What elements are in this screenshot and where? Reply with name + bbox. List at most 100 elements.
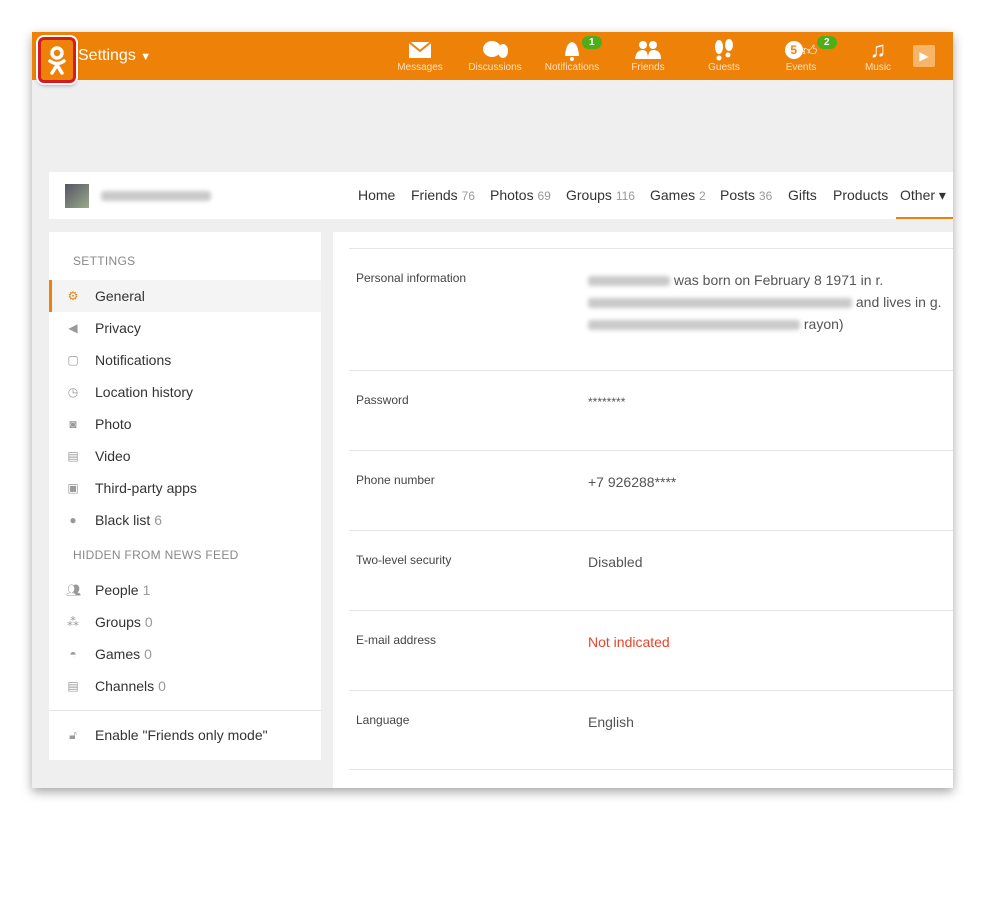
history-icon: ◷ [67,385,79,399]
row-value: Not indicated [588,634,670,650]
events-count: 5 [784,41,803,59]
sidebar-item-general[interactable]: ⚙ General [49,280,321,312]
settings-sidebar: SETTINGS ⚙ General ◀ Privacy ▢ Notification… [49,232,321,760]
row-password[interactable]: Password ******** [349,370,953,450]
nav-label: Music [864,62,892,73]
tab-label: Games [650,187,696,203]
people-icon [610,38,686,62]
row-personal-information[interactable]: Personal information was born on Februar… [349,248,953,370]
video-play-button[interactable]: ▶ [913,45,935,67]
tab-label: Products [833,187,889,203]
value-text: was born on February 8 1971 in r. [673,272,884,288]
nav-label: Messages [397,62,443,73]
sidebar-item-privacy[interactable]: ◀ Privacy [49,312,321,344]
sidebar-item-games[interactable]: ◓ Games 0 [49,638,321,670]
row-label: Two-level security [356,553,452,567]
play-icon: ▶ [919,49,929,63]
groups-icon: ⁂ [67,615,79,629]
row-language[interactable]: Language English [349,690,953,770]
sidebar-item-people[interactable]: 👥︎ People 1 [49,574,321,606]
nav-messages[interactable]: Messages [382,38,458,73]
sidebar-item-label: Location history [95,384,194,400]
sidebar-item-label: Photo [95,416,132,432]
sidebar-item-label: Video [95,448,131,464]
tab-count: 36 [758,189,773,203]
events-badge: 2 [817,36,837,49]
user-name-blurred[interactable] [101,191,211,201]
settings-heading: SETTINGS [73,254,136,268]
row-label: Language [356,713,410,727]
nav-label: Notifications [544,62,600,73]
nav-events[interactable]: 5 👍︎ Events 2 [763,36,839,73]
row-two-level-security[interactable]: Two-level security Disabled [349,530,953,610]
tab-label: Groups [566,187,612,203]
sidebar-item-photo[interactable]: ◙ Photo [49,408,321,440]
friends-only-mode-button[interactable]: 🔓︎ Enable "Friends only mode" [49,719,321,751]
people-icon: 👥︎ [66,583,82,597]
tab-other[interactable]: Other ▾ [896,187,953,219]
sidebar-item-label: Enable "Friends only mode" [95,727,268,743]
nav-label: Events [785,62,817,73]
tab-groups[interactable]: Groups 116 [566,187,635,203]
unlock-icon: 🔓︎ [69,728,77,742]
tab-count: 76 [461,189,475,203]
row-email-address[interactable]: E-mail address Not indicated [349,610,953,690]
tab-label: Other ▾ [900,187,946,203]
row-label: E-mail address [356,633,437,647]
settings-menu-button[interactable]: Settings ▼ [78,47,151,65]
avatar[interactable] [65,184,89,208]
window-icon: ▣ [67,481,79,495]
sidebar-item-black-list[interactable]: ● Black list 6 [49,504,321,536]
row-value: Disabled [588,554,643,570]
sidebar-item-count: 0 [144,646,152,662]
tab-posts[interactable]: Posts 36 [720,187,772,203]
nav-label: Discussions [468,62,522,73]
nav-label: Guests [708,62,740,73]
nav-notifications[interactable]: Notifications 1 [534,36,610,73]
sidebar-item-count: 1 [142,582,151,598]
tab-label: Posts [720,187,756,203]
sidebar-item-location-history[interactable]: ◷ Location history [49,376,321,408]
sidebar-item-third-party-apps[interactable]: ▣ Third-party apps [49,472,321,504]
ok-logo-icon [48,46,66,75]
envelope-icon [382,38,458,62]
gear-icon: ⚙ [67,289,79,303]
nav-friends[interactable]: Friends [610,38,686,73]
row-label: Phone number [356,473,435,487]
sidebar-item-video[interactable]: ▤ Video [49,440,321,472]
tab-games[interactable]: Games 2 [650,187,706,203]
nav-music[interactable]: ♫ Music [840,37,916,73]
tab-photos[interactable]: Photos 69 [490,187,551,203]
row-value: ******** [588,395,626,409]
blurred-residence [588,320,800,331]
row-value: +7 926288**** [588,474,677,490]
tab-home[interactable]: Home [358,187,395,203]
sidebar-item-groups[interactable]: ⁂ Groups 0 [49,606,321,638]
value-text: and lives in g. [855,294,942,310]
tab-count: 2 [699,189,706,203]
row-phone-number[interactable]: Phone number +7 926288**** [349,450,953,530]
nav-discussions[interactable]: Discussions [457,38,533,73]
sidebar-item-label: Privacy [95,320,141,336]
tab-friends[interactable]: Friends 76 [411,187,475,203]
blurred-birthplace [588,298,852,309]
value-text: rayon) [803,316,844,332]
tab-label: Home [358,187,396,203]
megaphone-icon: ◀ [68,321,78,335]
nav-guests[interactable]: Guests [686,38,762,73]
ok-logo-button[interactable] [38,37,76,83]
camera-icon: ◙ [69,417,77,431]
tab-count: 69 [537,189,551,203]
tab-label: Gifts [788,187,817,203]
music-note-icon: ♫ [869,37,887,62]
sidebar-item-notifications[interactable]: ▢ Notifications [49,344,321,376]
blocked-user-icon: ● [69,513,77,527]
profile-bar: Home Friends 76 Photos 69 Groups 116 Gam… [49,172,953,219]
sidebar-item-channels[interactable]: ▤ Channels 0 [49,670,321,702]
tab-label: Photos [490,187,534,203]
tab-gifts[interactable]: Gifts [788,187,817,203]
film-icon: ▤ [67,449,79,463]
tab-products[interactable]: Products [833,187,888,203]
row-label: Personal information [356,271,467,285]
tab-count: 116 [615,189,635,203]
